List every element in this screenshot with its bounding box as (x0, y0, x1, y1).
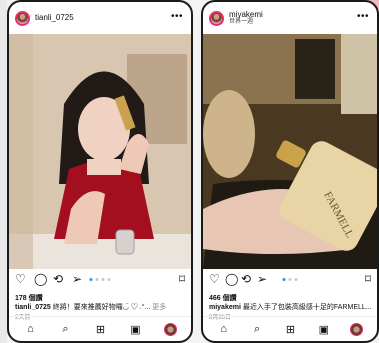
repost-icon[interactable]: ⟲ (241, 272, 251, 286)
repost-icon[interactable]: ⟲ (53, 272, 63, 286)
share-icon[interactable]: ➢ (72, 272, 82, 286)
comment-icon[interactable]: ◯ (225, 272, 238, 286)
carousel-dot (294, 278, 298, 281)
bookmark-icon[interactable]: ⌑ (365, 272, 371, 286)
caption-username[interactable]: miyakemi (209, 304, 241, 311)
username[interactable]: miyakemi (229, 10, 263, 19)
post-card-left: tianli_0725 ••• ♡ ◯ ⟲ ➢ ⌑ 178 個讚 tianli_… (7, 0, 193, 343)
caption-text: 最近入手了包裝高級感十足的FARMELL... (242, 304, 372, 311)
background-edge-left (0, 0, 7, 343)
home-icon[interactable]: ⌂ (217, 323, 231, 335)
caption: tianli_0725 終將！要來推薦好物囉◡̈ ♡ .°... 更多 (15, 302, 187, 312)
caption-username[interactable]: tianli_0725 (15, 304, 51, 311)
avatar[interactable] (209, 10, 224, 26)
profile-avatar[interactable] (350, 322, 364, 336)
carousel-dots (89, 278, 111, 281)
search-icon[interactable]: ⌕ (250, 323, 264, 336)
avatar[interactable] (15, 10, 30, 26)
heart-icon[interactable]: ♡ (15, 272, 26, 286)
comment-icon[interactable]: ◯ (34, 272, 47, 286)
carousel-dot (107, 278, 111, 281)
photo-illustration (9, 34, 191, 269)
location-subtitle[interactable]: 世界一週 (229, 19, 263, 25)
carousel-dot (89, 278, 93, 281)
create-icon[interactable]: ⊞ (283, 323, 297, 336)
photo-illustration: FARMELL (203, 34, 377, 269)
post-actions: ♡ ◯ ⟲ ➢ ⌑ (15, 272, 185, 288)
reels-icon[interactable]: ▣ (129, 323, 143, 336)
profile-avatar[interactable] (163, 322, 177, 336)
carousel-dot (95, 278, 99, 281)
home-icon[interactable]: ⌂ (24, 323, 38, 335)
caption-more[interactable]: 更多 (152, 304, 166, 311)
username[interactable]: tianli_0725 (35, 13, 74, 22)
username-block: miyakemi 世界一週 (229, 10, 263, 26)
more-icon[interactable]: ••• (357, 11, 369, 22)
carousel-dot (101, 278, 105, 281)
search-icon[interactable]: ⌕ (59, 323, 73, 336)
caption-text: 終將！要來推薦好物囉◡̈ ♡ .°... (52, 304, 151, 311)
create-icon[interactable]: ⊞ (94, 323, 108, 336)
share-icon[interactable]: ➢ (257, 272, 267, 286)
carousel-dots (282, 278, 298, 281)
post-card-right: miyakemi 世界一週 ••• FARMELL ♡ ◯ ⟲ ➢ ⌑ 466 … (201, 0, 379, 343)
post-header: miyakemi 世界一週 ••• (203, 2, 377, 34)
post-photo[interactable] (9, 34, 191, 269)
post-header: tianli_0725 ••• (9, 2, 191, 34)
heart-icon[interactable]: ♡ (209, 272, 220, 286)
carousel-dot (288, 278, 292, 281)
more-icon[interactable]: ••• (171, 11, 183, 22)
caption: miyakemi 最近入手了包裝高級感十足的FARMELL... 更多 (209, 302, 373, 312)
bookmark-icon[interactable]: ⌑ (179, 272, 185, 286)
bottom-tab-bar: ⌂ ⌕ ⊞ ▣ (203, 316, 377, 341)
bottom-tab-bar: ⌂ ⌕ ⊞ ▣ (9, 316, 191, 341)
reels-icon[interactable]: ▣ (317, 323, 331, 336)
carousel-dot (282, 278, 286, 281)
post-photo[interactable]: FARMELL (203, 34, 377, 269)
post-actions: ♡ ◯ ⟲ ➢ ⌑ (209, 272, 371, 288)
